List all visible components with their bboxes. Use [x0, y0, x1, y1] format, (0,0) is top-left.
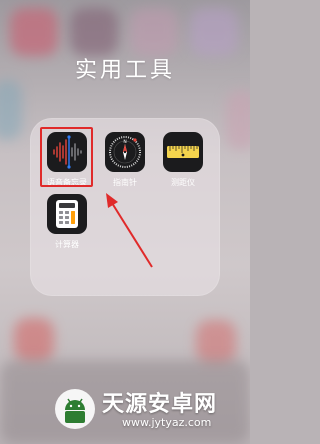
pointer-arrow — [106, 193, 153, 268]
watermark: 天源安卓网 www.jytyaz.com — [54, 386, 244, 436]
watermark-title: 天源安卓网 — [102, 391, 218, 417]
android-robot-icon — [55, 389, 95, 429]
watermark-url: www.jytyaz.com — [122, 416, 212, 429]
